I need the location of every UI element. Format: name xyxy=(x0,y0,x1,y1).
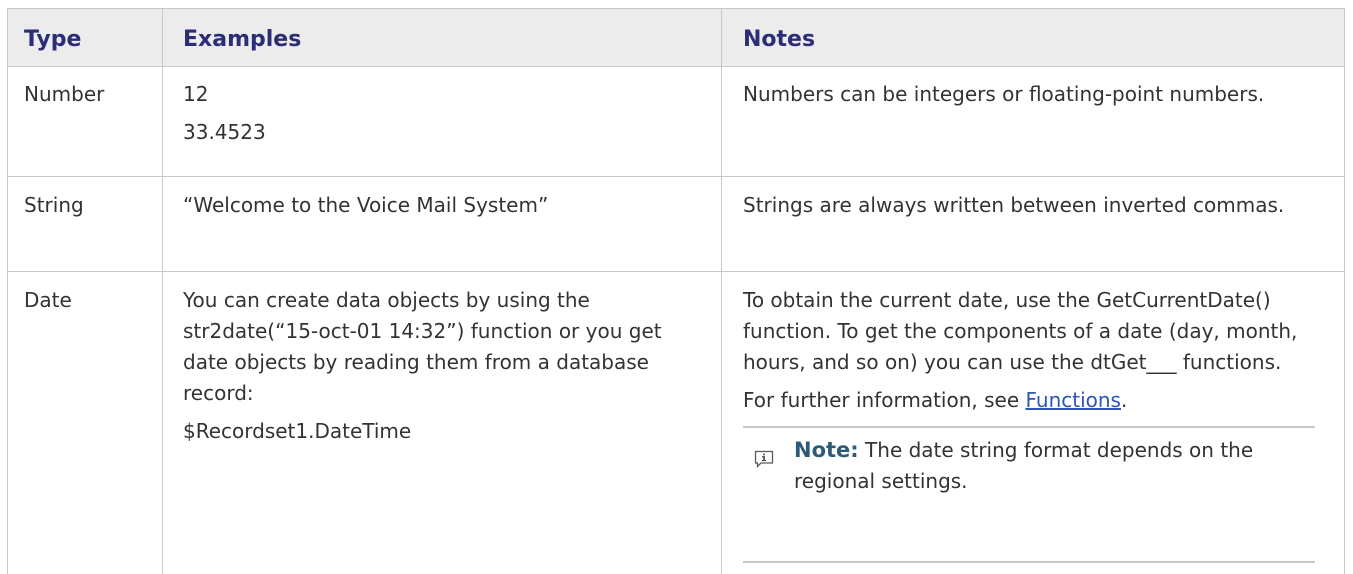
row-date-notes: To obtain the current date, use the GetC… xyxy=(743,285,1328,423)
row-string-notes: Strings are always written between inver… xyxy=(743,190,1323,228)
example-text: 33.4523 xyxy=(183,120,266,144)
header-type: Type xyxy=(24,27,82,52)
table-left-border xyxy=(7,8,8,574)
note-callout: Note: The date string format depends on … xyxy=(743,426,1315,564)
row-divider xyxy=(7,176,1345,177)
column-divider xyxy=(162,8,163,574)
row-number-type: Number xyxy=(24,82,105,106)
header-notes: Notes xyxy=(743,27,816,52)
column-divider xyxy=(721,8,722,574)
further-info: For further information, see Functions. xyxy=(743,385,1328,416)
example-text: $Recordset1.DateTime xyxy=(183,419,412,443)
further-info-suffix: . xyxy=(1120,388,1128,412)
functions-link[interactable]: Functions xyxy=(1025,388,1121,412)
row-number-notes: Numbers can be integers or floating-poin… xyxy=(743,79,1303,117)
note-top-rule xyxy=(743,426,1315,428)
note-text: The date string format depends on the re… xyxy=(794,438,1254,493)
further-info-prefix: For further information, see xyxy=(743,388,1026,412)
table-right-border xyxy=(1344,8,1345,574)
row-date-type: Date xyxy=(24,288,72,312)
notes-text: Numbers can be integers or floating-poin… xyxy=(743,82,1265,106)
example-text: “Welcome to the Voice Mail System” xyxy=(183,193,549,217)
notes-text: Strings are always written between inver… xyxy=(743,193,1285,217)
row-divider xyxy=(7,271,1345,272)
header-divider xyxy=(7,66,1345,67)
row-string-examples: “Welcome to the Voice Mail System” xyxy=(183,190,703,228)
example-text: You can create data objects by using the… xyxy=(183,288,662,405)
note-body: Note: The date string format depends on … xyxy=(794,435,1314,497)
note-label: Note: xyxy=(794,438,859,462)
row-number-examples: 12 33.4523 xyxy=(183,79,703,155)
note-bottom-rule xyxy=(743,561,1315,563)
table-top-border xyxy=(7,8,1345,9)
info-note-icon xyxy=(754,450,774,469)
data-types-table: Type Examples Notes Number 12 33.4523 Nu… xyxy=(7,0,1345,574)
row-date-examples: You can create data objects by using the… xyxy=(183,285,708,454)
header-examples: Examples xyxy=(183,27,302,52)
example-text: 12 xyxy=(183,82,209,106)
row-string-type: String xyxy=(24,193,84,217)
notes-text: To obtain the current date, use the GetC… xyxy=(743,288,1298,374)
